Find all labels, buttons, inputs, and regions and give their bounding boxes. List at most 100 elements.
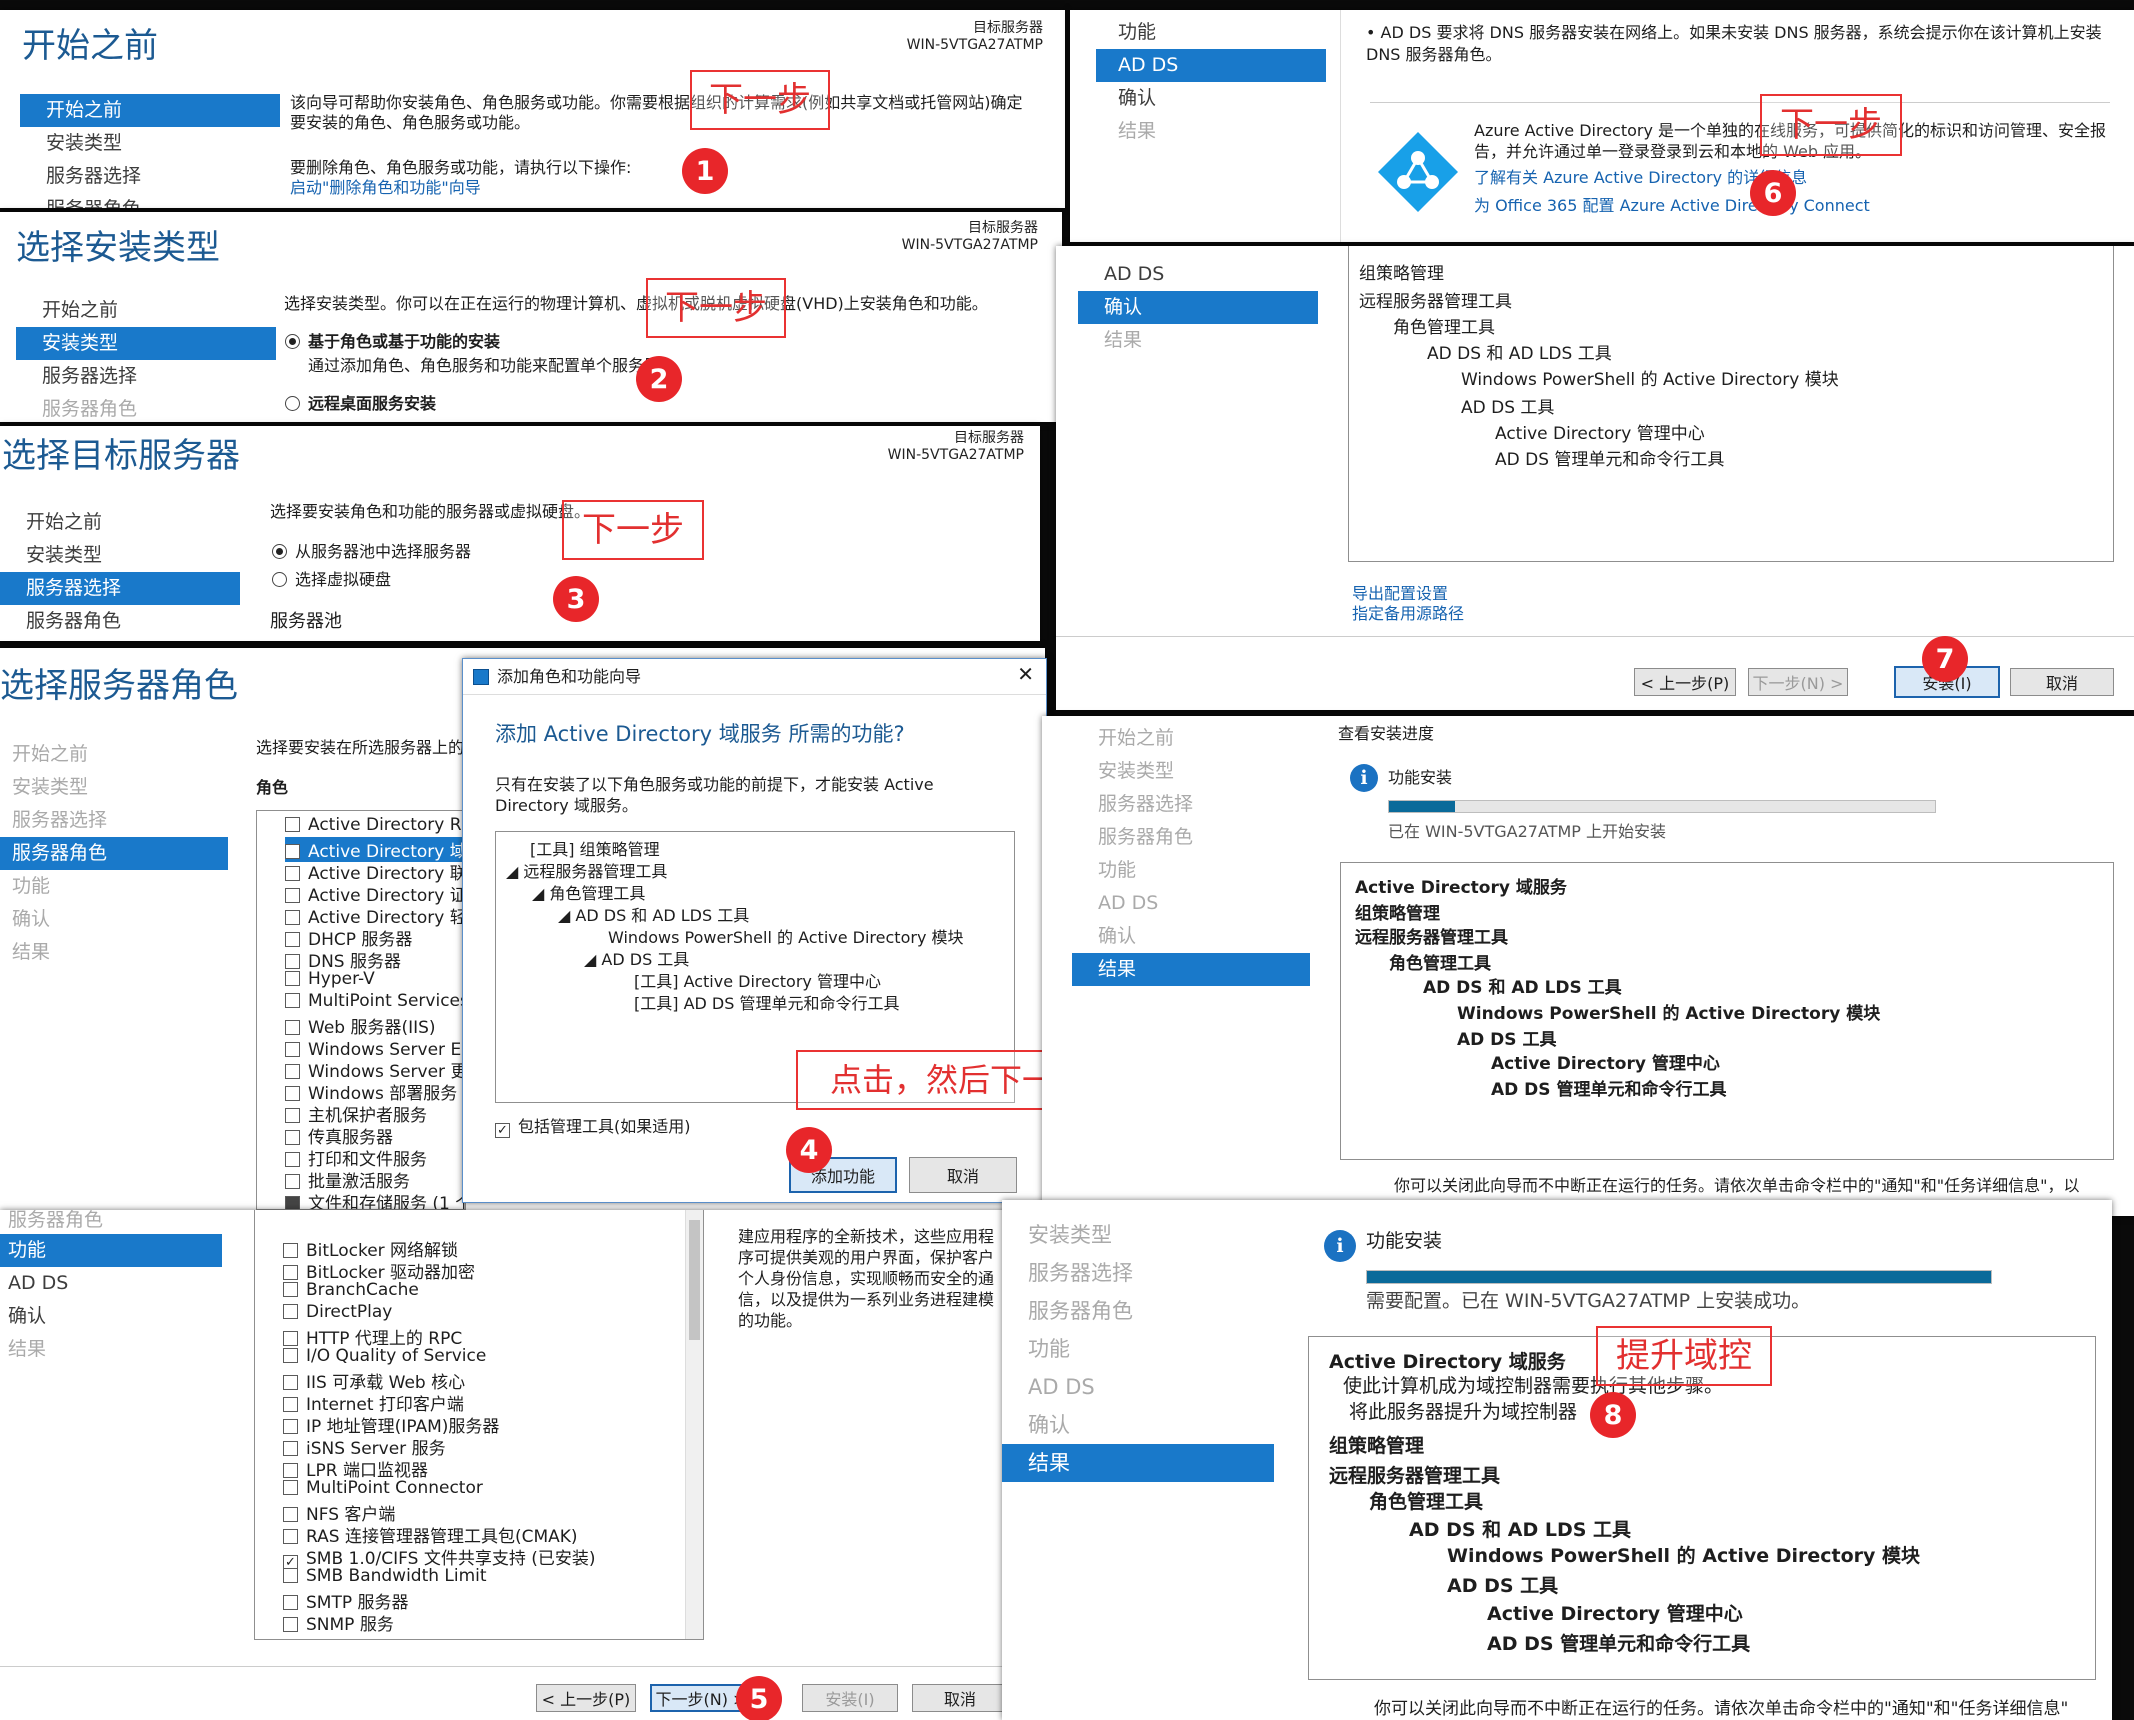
nav-item[interactable]: 安装类型: [16, 327, 276, 360]
tree-item: 远程服务器管理工具: [1355, 928, 1508, 948]
wizard-nav: 开始之前 安装类型 服务器选择 服务器角色: [16, 294, 276, 422]
feature-item[interactable]: I/O Quality of Service: [283, 1346, 486, 1366]
progress-bar: [1388, 800, 1936, 813]
nav-item[interactable]: 确认: [1002, 1406, 1274, 1444]
tree-item: 组策略管理: [1355, 904, 1440, 924]
nav-item[interactable]: AD DS: [1096, 49, 1326, 82]
nav-item[interactable]: 功能: [1072, 854, 1310, 887]
next-step-callout: 下一步: [646, 278, 786, 338]
nav-item[interactable]: 安装类型: [0, 539, 240, 572]
nav-item[interactable]: 结果: [1002, 1444, 1274, 1482]
vhd-option[interactable]: 选择虚拟硬盘: [272, 568, 391, 591]
nav-item[interactable]: 确认: [1096, 82, 1326, 115]
nav-item[interactable]: 结果: [0, 936, 228, 969]
nav-item[interactable]: AD DS: [0, 1267, 222, 1300]
nav-item[interactable]: 服务器角色: [1002, 1292, 1274, 1330]
feature-item[interactable]: SMB Bandwidth Limit: [283, 1566, 487, 1586]
nav-item[interactable]: 结果: [1072, 953, 1310, 986]
roles-header: 角色: [256, 778, 289, 797]
nav-item[interactable]: 安装类型: [20, 127, 280, 160]
nav-item[interactable]: 开始之前: [0, 738, 228, 771]
tree-item: [工具] Active Directory 管理中心: [634, 972, 881, 991]
step-number-badge: 4: [786, 1127, 832, 1173]
cancel-button[interactable]: 取消: [909, 1157, 1017, 1193]
office365-link[interactable]: 为 Office 365 配置 Azure Active Directory C…: [1474, 194, 1870, 217]
role-item[interactable]: 文件和存储服务 (1 个已安装，共 12 个): [285, 1189, 465, 1209]
nav-item[interactable]: 结果: [0, 1333, 222, 1366]
destination-server: 目标服务器 WIN-5VTGA27ATMP: [906, 20, 1043, 53]
features-list[interactable]: BitLocker 网络解锁 BitLocker 驱动器加密 BranchCac…: [254, 1210, 704, 1640]
nav-item[interactable]: 服务器选择: [0, 804, 228, 837]
close-icon[interactable]: ✕: [1017, 663, 1034, 686]
nav-item[interactable]: 开始之前: [16, 294, 276, 327]
nav-item[interactable]: AD DS: [1072, 887, 1310, 920]
tree-item: AD DS 管理单元和命令行工具: [1495, 450, 1725, 470]
description: 选择安装类型。你可以在正在运行的物理计算机、虚拟机或脱机虚拟硬盘(VHD)上安装…: [284, 294, 988, 313]
progress-text: 需要配置。已在 WIN-5VTGA27ATMP 上安装成功。: [1366, 1290, 1811, 1312]
nav-item[interactable]: 服务器选择: [16, 360, 276, 393]
nav-item[interactable]: 安装类型: [1002, 1216, 1274, 1254]
nav-item[interactable]: 服务器角色: [0, 605, 240, 638]
feature-description: 建应用程序的全新技术，这些应用程序可提供美观的用户界面，保护客户个人身份信息，实…: [738, 1227, 995, 1330]
previous-button[interactable]: < 上一步(P): [536, 1684, 636, 1712]
nav-item[interactable]: 功能: [0, 870, 228, 903]
nav-item[interactable]: 服务器角色: [0, 1211, 222, 1234]
nav-item[interactable]: 功能: [1096, 16, 1326, 49]
progress-text: 已在 WIN-5VTGA27ATMP 上开始安装: [1388, 822, 1666, 841]
previous-button[interactable]: < 上一步(P): [1634, 668, 1736, 696]
dialog-heading: 添加 Active Directory 域服务 所需的功能?: [495, 722, 905, 746]
promote-dc-link[interactable]: 将此服务器提升为域控制器: [1349, 1397, 1577, 1424]
remove-wizard-link[interactable]: 启动"删除角色和功能"向导: [290, 176, 481, 199]
nav-item[interactable]: 开始之前: [1072, 722, 1310, 755]
nav-item[interactable]: 服务器角色: [0, 837, 228, 870]
next-button[interactable]: 下一步(N) >: [1748, 668, 1848, 696]
nav-item[interactable]: 功能: [0, 1234, 222, 1267]
step-number-badge: 6: [1750, 170, 1796, 216]
nav-item[interactable]: 服务器角色: [16, 393, 276, 422]
step-number-badge: 5: [736, 1676, 782, 1720]
nav-item[interactable]: 安装类型: [0, 771, 228, 804]
nav-item[interactable]: 服务器选择: [1002, 1254, 1274, 1292]
role-item[interactable]: MultiPoint Services: [285, 991, 465, 1011]
nav-item[interactable]: 结果: [1096, 115, 1326, 148]
alternate-source-link[interactable]: 指定备用源路径: [1352, 602, 1464, 625]
cancel-button[interactable]: 取消: [2010, 668, 2114, 696]
next-step-callout: 下一步: [562, 500, 704, 560]
nav-item[interactable]: 服务器选择: [0, 572, 240, 605]
server-pool-option[interactable]: 从服务器池中选择服务器: [272, 540, 471, 563]
tree-item: AD DS 和 AD LDS 工具: [1423, 978, 1622, 998]
feature-item[interactable]: MultiPoint Connector: [283, 1478, 483, 1498]
rds-option[interactable]: 远程桌面服务安装: [285, 392, 436, 415]
role-item[interactable]: Hyper-V: [285, 969, 375, 989]
nav-item[interactable]: 开始之前: [20, 94, 280, 127]
nav-item[interactable]: AD DS: [1002, 1368, 1274, 1406]
nav-item[interactable]: 服务器选择: [1072, 788, 1310, 821]
nav-item[interactable]: 服务器选择: [20, 160, 280, 193]
nav-item[interactable]: 服务器角色: [1072, 821, 1310, 854]
roles-list[interactable]: Active Directory Rights Management Servi…: [256, 810, 466, 1210]
cancel-button[interactable]: 取消: [912, 1684, 1008, 1712]
scrollbar[interactable]: [685, 1210, 703, 1639]
nav-item[interactable]: 安装类型: [1072, 755, 1310, 788]
nav-item[interactable]: 确认: [0, 903, 228, 936]
feature-item[interactable]: BranchCache: [283, 1280, 419, 1300]
nav-item[interactable]: 确认: [1078, 291, 1318, 324]
feature-item[interactable]: SNMP 服务: [283, 1610, 394, 1635]
tree-item: 远程服务器管理工具: [1359, 292, 1512, 312]
include-tools-checkbox[interactable]: ✓ 包括管理工具(如果适用): [495, 1115, 691, 1138]
nav-item[interactable]: 确认: [0, 1300, 222, 1333]
feature-item[interactable]: DirectPlay: [283, 1302, 392, 1322]
tree-item: ◢ AD DS 和 AD LDS 工具: [558, 906, 750, 925]
role-item[interactable]: Active Directory Rights Management Servi…: [285, 815, 465, 835]
nav-item[interactable]: 确认: [1072, 920, 1310, 953]
nav-item[interactable]: 结果: [1078, 324, 1318, 357]
nav-item[interactable]: 开始之前: [0, 506, 240, 539]
progress-heading: 查看安装进度: [1338, 724, 1435, 743]
description: 选择要安装在所选服务器上的: [256, 738, 465, 757]
nav-item[interactable]: 服务器角色: [20, 193, 280, 208]
nav-item[interactable]: AD DS: [1078, 258, 1318, 291]
role-based-option[interactable]: 基于角色或基于功能的安装: [285, 330, 500, 353]
install-button[interactable]: 安装(I): [802, 1684, 898, 1712]
nav-item[interactable]: 功能: [1002, 1330, 1274, 1368]
footer-divider: [0, 1666, 1010, 1667]
